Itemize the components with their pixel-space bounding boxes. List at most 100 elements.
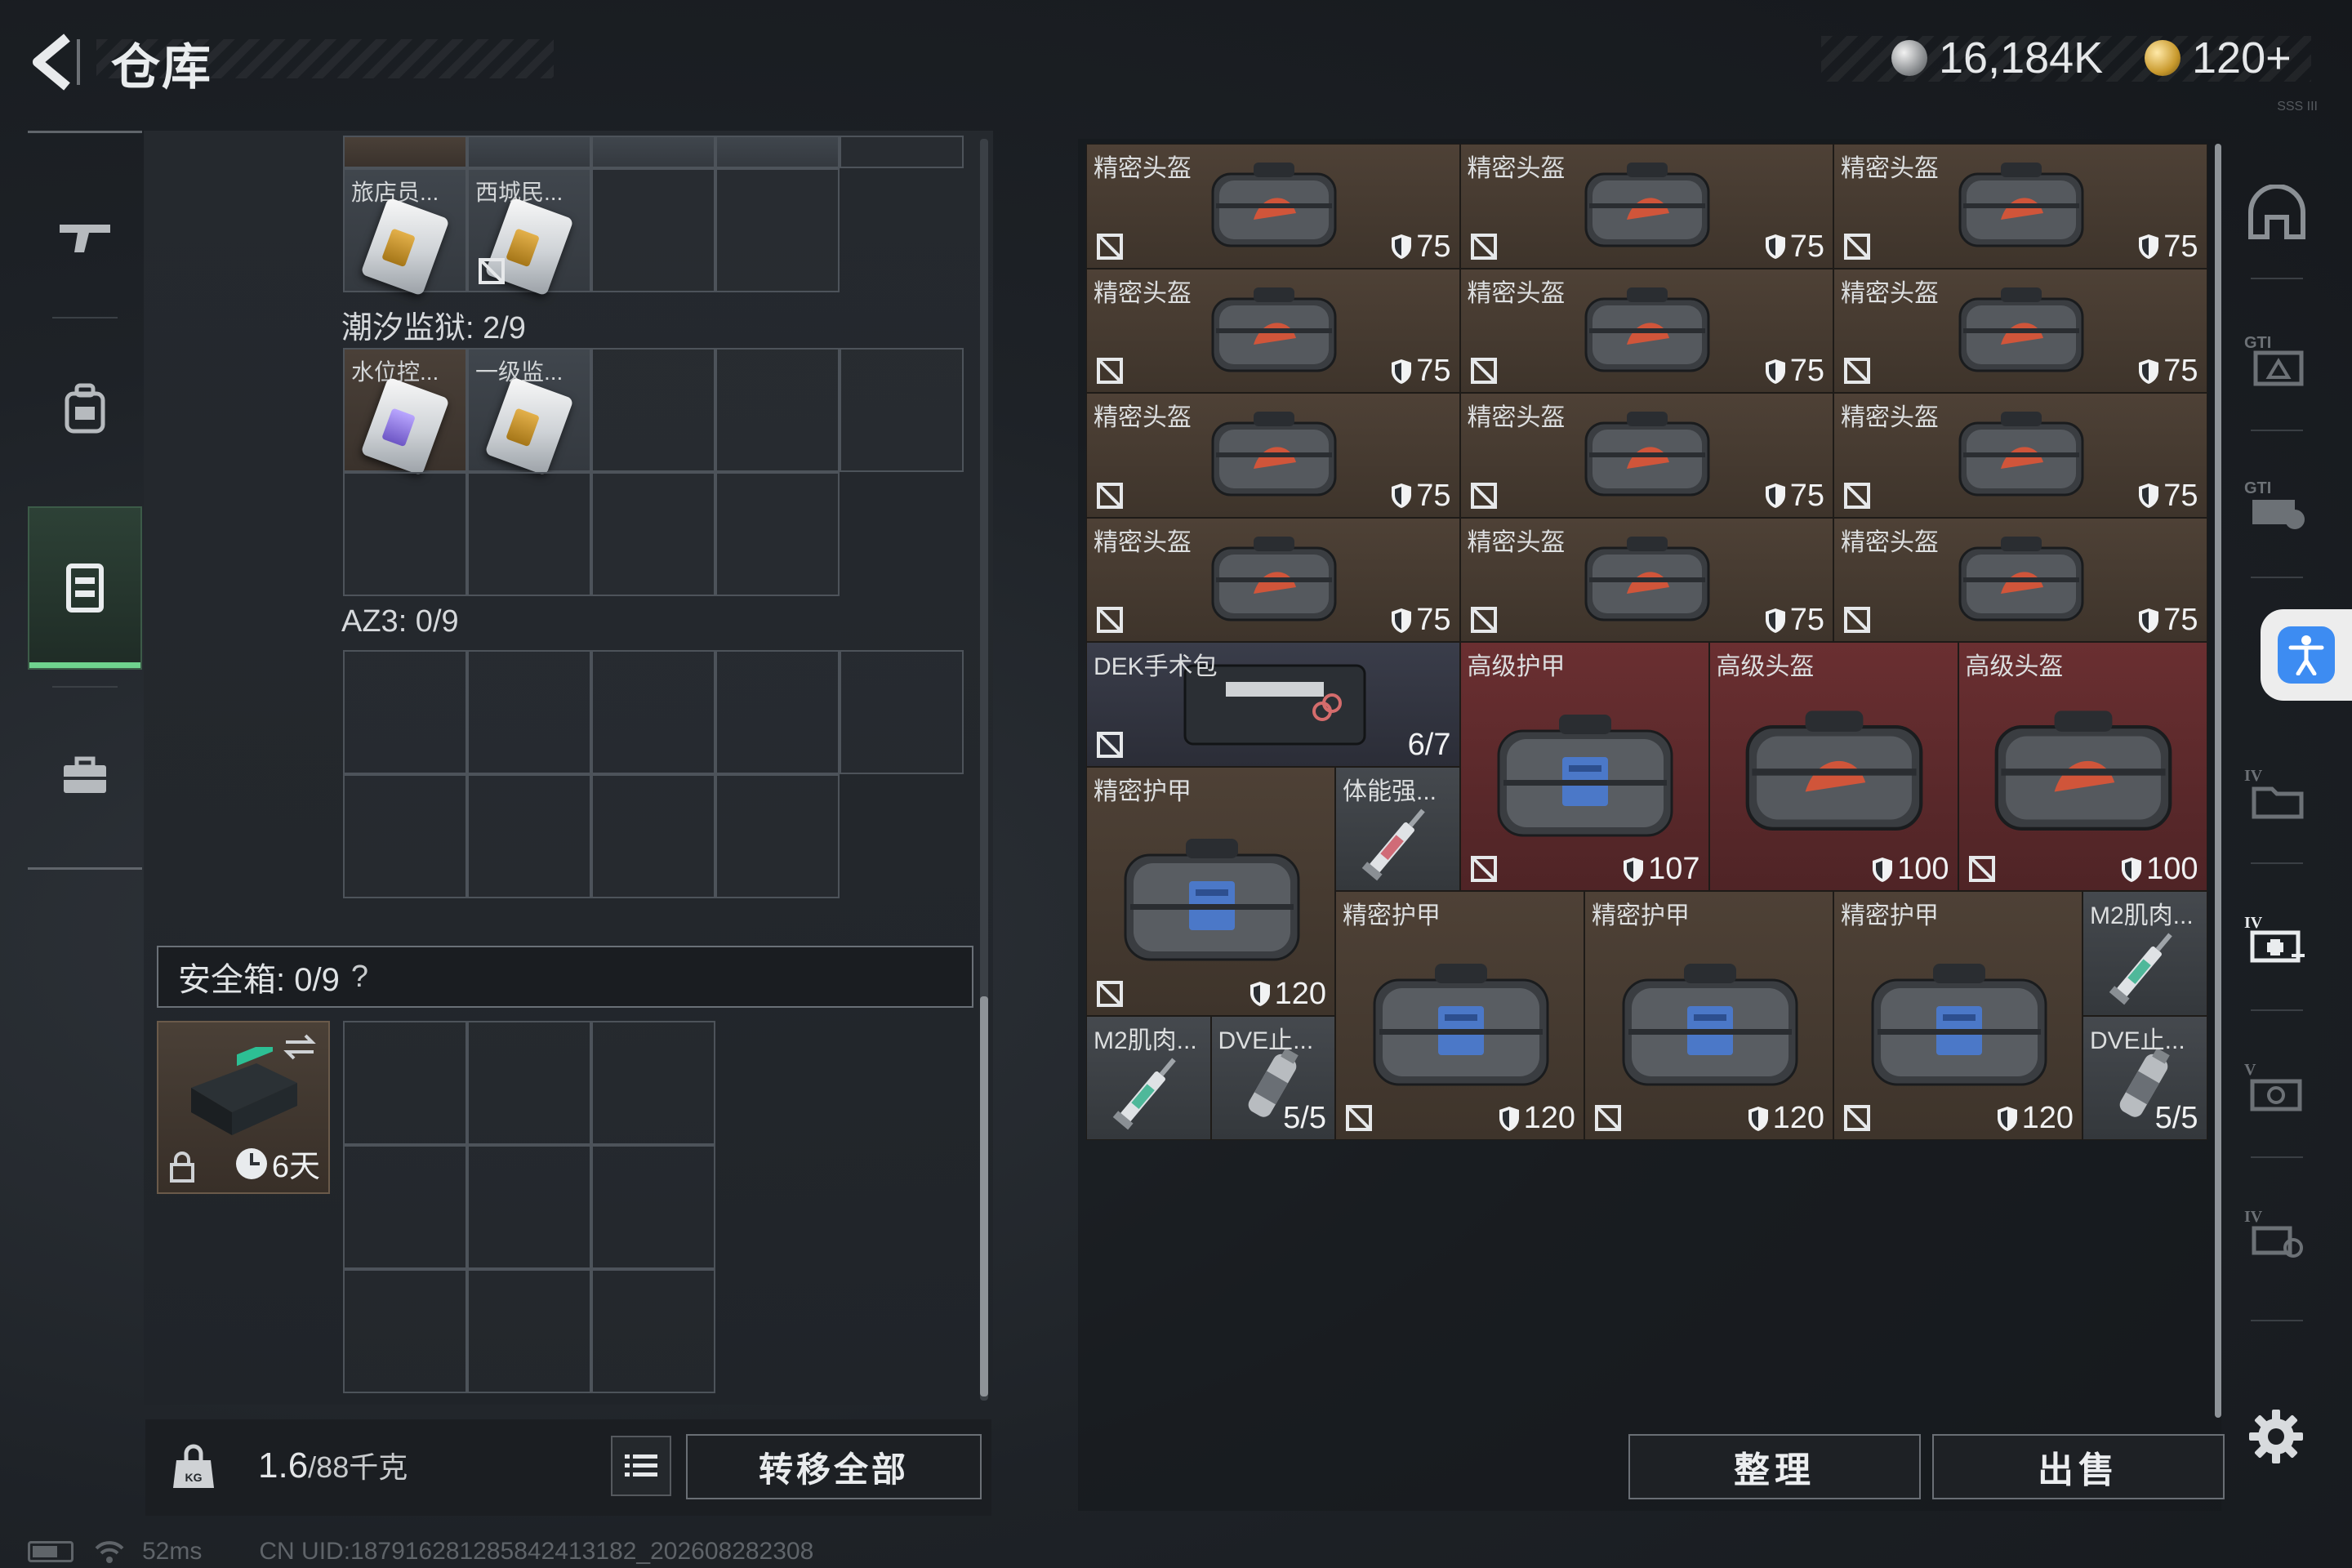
safebox-cell[interactable] — [467, 1145, 591, 1269]
precise-helmet-item[interactable]: 精密头盔 75 — [1086, 517, 1460, 642]
list-view-button[interactable] — [611, 1436, 671, 1496]
precise-helmet-item[interactable]: 精密头盔 75 — [1833, 517, 2207, 642]
uid-text: CN UID:18791628128584241318​2_2026082823… — [259, 1538, 814, 1565]
transfer-all-button[interactable]: 转移全部 — [686, 1434, 982, 1499]
back-button[interactable] — [24, 29, 90, 95]
precise-armor-item[interactable]: 精密护甲 120 — [1833, 891, 2082, 1140]
safebox-cell[interactable] — [467, 1269, 591, 1393]
precise-armor-item[interactable]: 精密护甲 120 — [1584, 891, 1833, 1140]
container-cell[interactable] — [343, 650, 467, 774]
precise-helmet-item[interactable]: 精密头盔 75 — [1459, 268, 1833, 393]
precise-armor-item[interactable]: 精密护甲 120 — [1335, 891, 1584, 1140]
gold-currency[interactable]: 120+ — [2145, 29, 2292, 87]
container-cell[interactable] — [343, 774, 467, 898]
safebox-cell[interactable] — [591, 1021, 715, 1145]
container-cell[interactable] — [467, 472, 591, 596]
container-cell[interactable] — [591, 650, 715, 774]
weight-max: /88千克 — [308, 1450, 408, 1484]
safebox-cell[interactable] — [591, 1269, 715, 1393]
safebox-cell[interactable] — [343, 1145, 467, 1269]
container-cell[interactable] — [840, 136, 964, 168]
durability-shield-icon — [2139, 359, 2159, 384]
safebox-cell[interactable] — [343, 1021, 467, 1145]
nav-rule-top — [28, 131, 142, 133]
nav-item-vest[interactable] — [28, 506, 142, 670]
silver-currency[interactable]: 16,184K — [1891, 29, 2103, 87]
container-cell[interactable] — [467, 136, 591, 168]
keycard-slot[interactable]: 旅店员... — [343, 168, 467, 296]
safebox-cell[interactable] — [343, 1269, 467, 1393]
container-cell[interactable] — [591, 168, 715, 292]
container-cell[interactable] — [591, 472, 715, 596]
keycard-slot[interactable]: 水位控... — [343, 348, 467, 476]
nav-item-case[interactable] — [28, 694, 142, 858]
swap-icon[interactable] — [281, 1031, 318, 1063]
container-cell[interactable] — [467, 650, 591, 774]
container-cell[interactable] — [343, 472, 467, 596]
container-cell[interactable] — [591, 136, 715, 168]
container-cell[interactable] — [591, 774, 715, 898]
filter-container-iv[interactable]: IV — [2228, 732, 2326, 854]
filter-tool-gti[interactable]: GTI — [2228, 444, 2326, 567]
safebox-item[interactable]: 6天 — [157, 1021, 330, 1194]
no-insure-icon — [1844, 482, 1870, 509]
container-cell[interactable] — [715, 168, 840, 292]
precise-helmet-item[interactable]: 精密头盔 75 — [1459, 144, 1833, 269]
safebox-cell[interactable] — [467, 1021, 591, 1145]
item-value-text: 120 — [1772, 1101, 1824, 1135]
settings-button[interactable] — [2247, 1408, 2305, 1465]
container-cell[interactable] — [840, 348, 964, 472]
scrollbar-thumb[interactable] — [980, 996, 988, 1396]
container-cell[interactable] — [715, 472, 840, 596]
precise-helmet-item[interactable]: 精密头盔 75 — [1459, 393, 1833, 518]
nav-item-backpack[interactable] — [28, 327, 142, 490]
advanced-helmet-item[interactable]: 高级头盔 100 — [1708, 642, 1958, 891]
item-name: 精密头盔 — [1094, 528, 1192, 556]
container-cell[interactable] — [591, 348, 715, 472]
sell-button[interactable]: 出售 — [1932, 1434, 2225, 1499]
advanced-helmet-item[interactable]: 高级头盔 100 — [1958, 642, 2207, 891]
precise-helmet-item[interactable]: 精密头盔 75 — [1459, 517, 1833, 642]
container-cell[interactable] — [715, 774, 840, 898]
dve-hemostatic-item[interactable]: DVE止... 5/5 — [2082, 1015, 2207, 1140]
filter-ammo-box-gti[interactable]: GTI — [2228, 299, 2326, 421]
container-cell[interactable] — [840, 650, 964, 774]
filter-device-iv[interactable]: IV — [2228, 1173, 2326, 1295]
nav-item-weapon[interactable] — [28, 155, 142, 318]
filter-medical-iv[interactable]: IV — [2228, 879, 2326, 1001]
dek-surgery-kit-item[interactable]: DEK手术包 6/7 — [1086, 642, 1460, 767]
container-cell[interactable] — [467, 774, 591, 898]
filter-camera-v[interactable]: V — [2228, 1026, 2326, 1148]
m2-muscle-item[interactable]: M2肌肉... — [2082, 891, 2207, 1016]
item-name: 高级头盔 — [1965, 653, 2064, 680]
container-scrollbar[interactable] — [980, 139, 988, 1401]
item-name: 精密护甲 — [1094, 777, 1192, 805]
accessibility-button[interactable] — [2261, 609, 2352, 701]
precise-armor-item[interactable]: 精密护甲 120 — [1086, 766, 1335, 1016]
filter-helmet[interactable] — [2228, 152, 2326, 274]
precise-helmet-item[interactable]: 精密头盔 75 — [1086, 268, 1460, 393]
advanced-armor-item[interactable]: 高级护甲 107 — [1459, 642, 1709, 891]
precise-helmet-item[interactable]: 精密头盔 75 — [1086, 144, 1460, 269]
scrollbar-thumb[interactable] — [2215, 144, 2221, 1418]
container-cell[interactable] — [715, 348, 840, 472]
m2-muscle-item[interactable]: M2肌肉... — [1086, 1015, 1211, 1140]
stash-scrollbar[interactable] — [2215, 144, 2221, 1418]
item-value-text: 75 — [2163, 354, 2198, 388]
dve-hemostatic-item[interactable]: DVE止... 5/5 — [1210, 1015, 1335, 1140]
keycard-slot[interactable]: 一级监... — [467, 348, 591, 476]
precise-helmet-item[interactable]: 精密头盔 75 — [1833, 268, 2207, 393]
container-cell[interactable] — [715, 650, 840, 774]
silver-coin-icon — [1891, 40, 1927, 76]
svg-text:IV: IV — [2244, 1208, 2263, 1226]
help-button[interactable]: ? — [351, 960, 368, 995]
keycard-slot[interactable]: 西城民... — [467, 168, 591, 296]
precise-helmet-item[interactable]: 精密头盔 75 — [1086, 393, 1460, 518]
container-cell[interactable] — [343, 136, 467, 168]
container-cell[interactable] — [715, 136, 840, 168]
precise-helmet-item[interactable]: 精密头盔 75 — [1833, 144, 2207, 269]
precise-helmet-item[interactable]: 精密头盔 75 — [1833, 393, 2207, 518]
safebox-cell[interactable] — [591, 1145, 715, 1269]
stamina-boost-item[interactable]: 体能强... — [1335, 766, 1460, 891]
sort-button[interactable]: 整理 — [1628, 1434, 1921, 1499]
